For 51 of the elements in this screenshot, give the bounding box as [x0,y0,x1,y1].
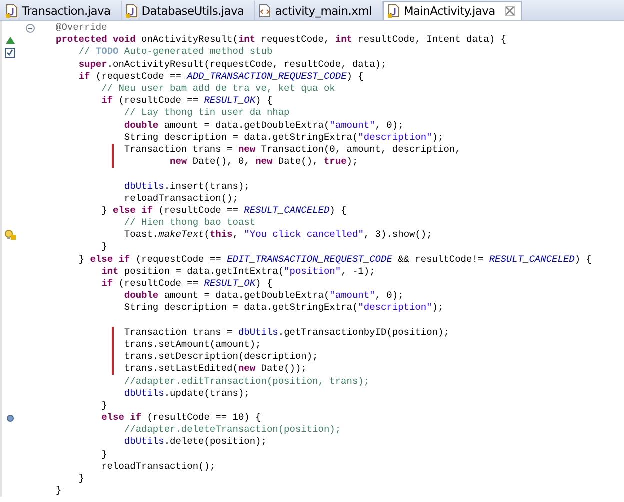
code-line: //adapter.deleteTransaction(position); [124,424,342,436]
code-line: dbUtils.delete(position); [124,436,267,448]
code-line: String description = data.getStringExtra("description"); [124,132,444,144]
code-line: protected void onActivityResult(int requestCode, int resultCode, Intent data) { [56,34,506,46]
code-line: } [102,241,108,254]
code-line: if (requestCode == ADD_TRANSACTION_REQUEST_CODE) { [78,70,364,83]
code-line: // Neu user bam add de tra ve, ket qua ok [102,83,336,96]
code-line: double amount = data.getDoubleExtra("amount", 0); [124,120,404,132]
code-line: trans.setLastEdited(new Date()); [124,363,307,376]
code-line: // Hien thong bao toast [124,217,256,230]
code-line: Toast.makeText(this, "You click cancelled", 3).show(); [124,229,432,242]
code-line: int position = data.getIntExtra("position", -1); [102,266,376,278]
code-line: if (resultCode == RESULT_OK) { [102,95,273,108]
lightbulb-warning-icon [4,230,16,240]
code-line: String description = data.getStringExtra("description"); [124,302,444,314]
editor-tab[interactable]: MainActivity.java [382,1,522,20]
code-line: // Lay thong tin user da nhap [124,107,290,120]
java-file-icon [6,4,18,18]
code-line: @Override [56,22,108,34]
code-line: } [78,473,85,486]
java-file-icon [126,4,138,18]
editor-tab[interactable]: Transaction.java [2,1,122,20]
code-line: // TODO Auto-generated method stub [78,46,273,58]
java-file-icon [388,4,400,18]
override-triangle-icon [6,36,14,44]
editor-tab[interactable]: DatabaseUtils.java [122,1,256,20]
code-line: reloadTransaction(); [124,192,238,205]
code-line: super.onActivityResult(requestCode, resultCode, data); [78,58,387,71]
xml-file-icon [259,4,272,18]
code-line: } [102,400,108,412]
code-line: Transaction trans = new Transaction(0, amount, description, [124,144,461,156]
code-line: reloadTransaction(); [102,460,216,473]
code-line: } else if (requestCode == EDIT_TRANSACTION_REQUEST_CODE && resultCode!= RESULT_CANCELED) { [78,254,592,266]
editor-tab[interactable]: activity_main.xml [255,1,383,20]
code-line: double amount = data.getDoubleExtra("amount", 0); [124,290,404,302]
code-line: } else if (resultCode == RESULT_CANCELED) { [102,204,347,217]
code-line: if (resultCode == RESULT_OK) { [102,278,273,290]
task-icon [5,46,15,58]
code-line: trans.setDescription(description); [124,351,318,364]
code-line: } [56,485,62,498]
code-line: } [102,448,108,461]
code-line: new Date(), 0, new Date(), true); [170,156,358,168]
fold-collapse-icon[interactable] [26,24,34,33]
code-line: dbUtils.update(trans); [124,388,250,400]
close-icon[interactable] [505,6,516,16]
code-line: //adapter.editTransaction(position, trans); [124,376,370,388]
code-line: trans.setAmount(amount); [124,338,262,351]
marker-dot-icon [6,414,14,422]
code-line: dbUtils.insert(trans); [124,180,250,193]
code-line: Transaction trans = dbUtils.getTransactionbyID(position); [124,326,450,339]
code-line: else if (resultCode == 10) { [102,412,262,424]
